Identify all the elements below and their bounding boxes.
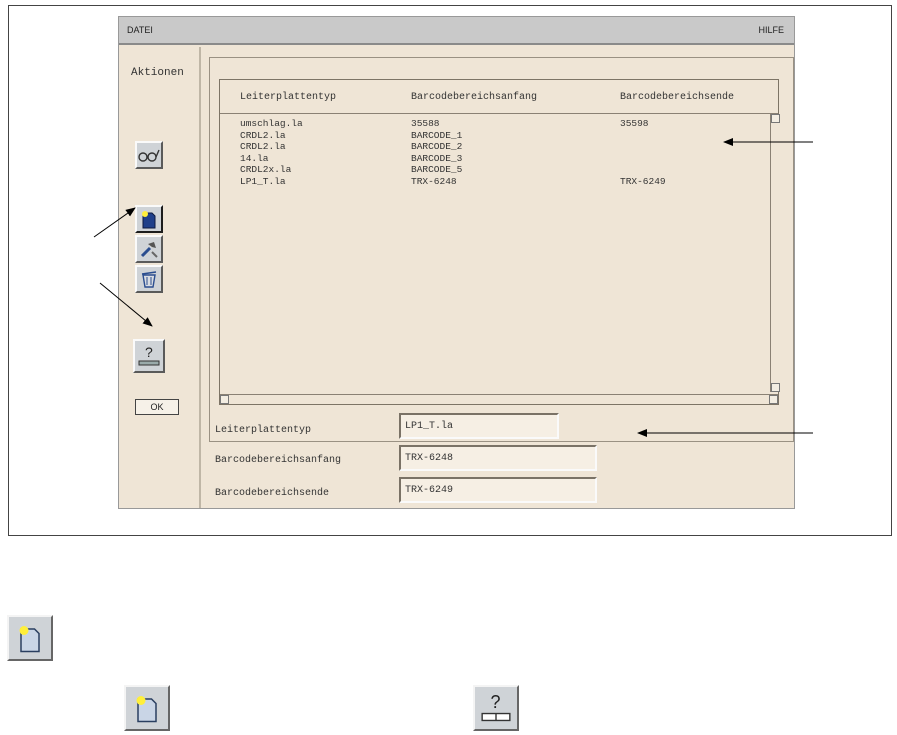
legend-new-entry-icon bbox=[7, 615, 53, 661]
new-document-icon bbox=[19, 626, 40, 653]
new-document-icon bbox=[136, 696, 157, 723]
legend-help-icon: ? bbox=[473, 685, 519, 731]
arrow-new-button bbox=[93, 207, 136, 238]
help-icon: ? bbox=[481, 692, 511, 722]
annotation-arrows bbox=[93, 138, 813, 437]
svg-text:?: ? bbox=[490, 692, 500, 712]
legend-new-entry-icon-2 bbox=[124, 685, 170, 731]
arrow-help-button bbox=[99, 282, 153, 327]
